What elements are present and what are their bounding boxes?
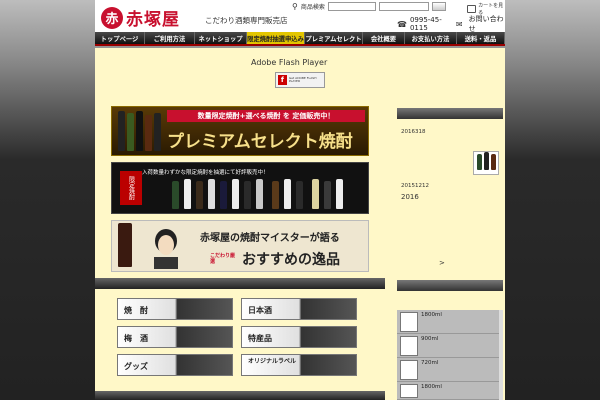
nav-shipping[interactable]: 送料・返品 <box>457 32 505 44</box>
category-label: グッズ <box>124 361 148 371</box>
category-local-products[interactable]: 特産品 <box>241 326 357 348</box>
meister-banner-text: 赤塚屋の焼酎マイスターが語る <box>200 233 340 244</box>
site-logo[interactable]: 赤 赤塚屋 <box>101 5 180 30</box>
flash-badge-text: Get ADOBE FLASH PLAYER <box>288 75 317 83</box>
product-volume: 900ml <box>421 336 439 342</box>
site-header: 赤 赤塚屋 こだわり酒類専門販売店 ⚲ 商品検索 カートを見る ☎ 0995-4… <box>95 0 505 34</box>
limited-tag: 限定焼酎 <box>120 171 142 205</box>
meister-avatar <box>154 229 178 269</box>
get-flash-player-badge[interactable]: f Get ADOBE FLASH PLAYER <box>275 72 325 88</box>
news-item[interactable]: 2016318 <box>397 127 430 137</box>
search-label: 商品検索 <box>300 4 325 11</box>
ranking-scrollbar[interactable] <box>499 310 503 400</box>
list-item[interactable]: 1800ml <box>397 310 503 334</box>
search-category-select[interactable] <box>327 2 376 11</box>
limited-shochu-banner[interactable]: 限定焼酎 入荷数量わずかな限定焼酎を抽選にて好評販売中！ <box>111 162 369 214</box>
contact-link[interactable]: お問い合わせ <box>469 14 505 34</box>
search-input[interactable] <box>378 2 429 11</box>
category-label: 梅 酒 <box>124 333 148 343</box>
product-thumbnail <box>400 360 418 380</box>
cart-icon <box>467 5 477 13</box>
product-thumbnail <box>400 384 418 398</box>
news-item-title[interactable]: 2016 <box>397 191 423 203</box>
logo-text: 赤塚屋 <box>126 10 180 30</box>
ranking-list: 1800ml 900ml 720ml 1800ml <box>397 310 503 400</box>
product-search: ⚲ 商品検索 <box>292 2 446 11</box>
category-section-header <box>95 278 385 289</box>
meister-banner-title: おすすめの逸品 <box>242 252 340 268</box>
search-button[interactable] <box>431 2 446 11</box>
product-volume: 1800ml <box>421 384 442 390</box>
product-volume: 720ml <box>421 360 439 366</box>
phone-number: 0995-45-0115 <box>409 16 442 32</box>
nav-lottery[interactable]: 限定焼酎抽選申込み <box>247 32 305 44</box>
category-goods[interactable]: グッズ <box>117 354 233 376</box>
list-item[interactable]: 1800ml <box>397 382 503 400</box>
category-grid: 焼 酎 日本酒 梅 酒 特産品 グッズ オリジナルラベル <box>117 298 357 376</box>
product-thumbnail <box>400 336 418 356</box>
product-volume: 1800ml <box>421 312 442 318</box>
nav-usage[interactable]: ご利用方法 <box>145 32 195 44</box>
limited-banner-text: 入荷数量わずかな限定焼酎を抽選にて好評販売中！ <box>142 170 269 176</box>
list-item[interactable]: 900ml <box>397 334 503 358</box>
premium-select-banner[interactable]: 数量限定焼酎+選べる焼酎 を 定価販売中！ プレミアムセレクト焼酎 <box>111 106 369 156</box>
category-original-label[interactable]: オリジナルラベル <box>241 354 357 376</box>
category-shochu[interactable]: 焼 酎 <box>117 298 233 320</box>
site-tagline: こだわり酒類専門販売店 <box>205 16 288 25</box>
nav-premium[interactable]: プレミアムセレクト <box>305 32 363 44</box>
category-label: 日本酒 <box>248 305 272 315</box>
flash-title: Adobe Flash Player <box>251 58 328 67</box>
news-more-link[interactable]: > <box>439 259 445 267</box>
news-sidebar: 2016318 20151212 2016 > <box>397 108 503 269</box>
section-footer-bar <box>95 391 385 400</box>
news-thumbnail[interactable] <box>473 151 499 175</box>
news-box: 2016318 20151212 2016 > <box>397 119 503 269</box>
category-umeshu[interactable]: 梅 酒 <box>117 326 233 348</box>
product-thumbnail <box>400 312 418 332</box>
contact-row: ☎ 0995-45-0115 ✉ お問い合わせ <box>397 14 505 34</box>
meister-recommend-banner[interactable]: 赤塚屋の焼酎マイスターが語る こだわり厳選 おすすめの逸品 <box>111 220 369 272</box>
category-label: 特産品 <box>248 333 272 343</box>
logo-mark-icon: 赤 <box>101 6 123 29</box>
ranking-header <box>397 280 503 291</box>
nav-top[interactable]: トップページ <box>95 32 145 44</box>
mail-icon: ✉ <box>455 19 463 29</box>
category-label: オリジナルラベル <box>248 358 297 365</box>
news-item-date[interactable]: 20151212 <box>397 181 433 191</box>
premium-banner-headline: 数量限定焼酎+選べる焼酎 を 定価販売中！ <box>167 110 365 122</box>
phone-icon: ☎ <box>397 19 407 29</box>
category-label: 焼 酎 <box>124 305 148 315</box>
category-sake[interactable]: 日本酒 <box>241 298 357 320</box>
list-item[interactable]: 720ml <box>397 358 503 382</box>
nav-payment[interactable]: お支払い方法 <box>405 32 457 44</box>
meister-banner-tag: こだわり厳選 <box>210 253 236 265</box>
main-content: Adobe Flash Player f Get ADOBE FLASH PLA… <box>95 48 505 400</box>
nav-company[interactable]: 会社概要 <box>363 32 405 44</box>
news-header <box>397 108 503 119</box>
search-icon: ⚲ <box>292 2 298 11</box>
premium-banner-title: プレミアムセレクト焼酎 <box>167 132 353 152</box>
main-nav: トップページ ご利用方法 ネットショップ 限定焼酎抽選申込み プレミアムセレクト… <box>95 32 505 46</box>
nav-shop[interactable]: ネットショップ <box>195 32 247 44</box>
flash-icon: f <box>278 75 287 85</box>
